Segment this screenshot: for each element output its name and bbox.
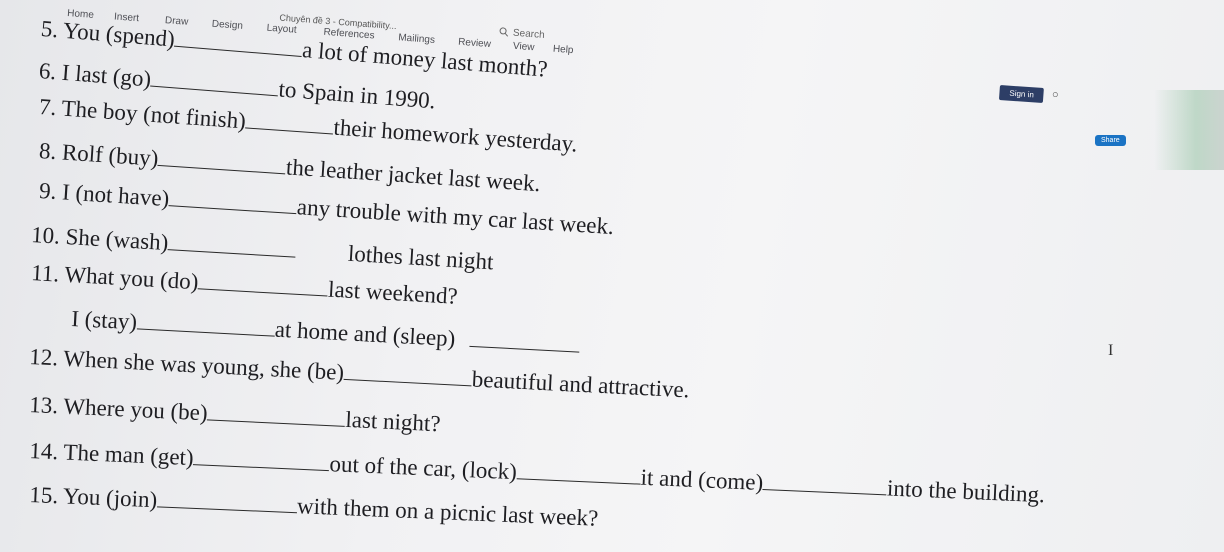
answer-blank[interactable]	[136, 310, 276, 337]
share-button[interactable]: Share	[1095, 135, 1126, 146]
tab-mailings[interactable]: Mailings	[398, 32, 435, 46]
answer-blank[interactable]	[762, 471, 888, 496]
tab-review[interactable]: Review	[458, 37, 492, 50]
sign-in-button[interactable]: Sign in	[998, 85, 1045, 104]
answer-blank[interactable]	[468, 327, 580, 353]
answer-blank[interactable]	[156, 488, 298, 514]
answer-blank[interactable]	[516, 460, 642, 485]
answer-blank[interactable]	[245, 109, 335, 135]
answer-blank[interactable]	[157, 146, 287, 175]
answer-blank[interactable]	[193, 446, 331, 472]
search-placeholder: Search	[512, 27, 545, 41]
tab-view[interactable]: View	[513, 41, 535, 54]
answer-blank[interactable]	[343, 360, 473, 387]
answer-blank[interactable]	[168, 187, 298, 215]
answer-blank[interactable]	[207, 401, 347, 427]
minimize-icon[interactable]: ○	[1051, 89, 1059, 104]
search-box[interactable]: Search	[499, 27, 545, 41]
exercise-item-13: 13. Where you (be) last night?	[28, 392, 442, 437]
exercise-item-15: 15. You (join) with them on a picnic last…	[28, 482, 599, 531]
tab-help[interactable]: Help	[552, 44, 573, 56]
exercise-item-12: 12. When she was young, she (be) beautifu…	[28, 344, 691, 403]
answer-blank[interactable]	[198, 270, 329, 297]
answer-blank[interactable]	[167, 231, 297, 258]
text-cursor-icon: I	[1108, 342, 1114, 359]
screen-edge	[1154, 90, 1224, 170]
search-icon	[499, 27, 509, 37]
